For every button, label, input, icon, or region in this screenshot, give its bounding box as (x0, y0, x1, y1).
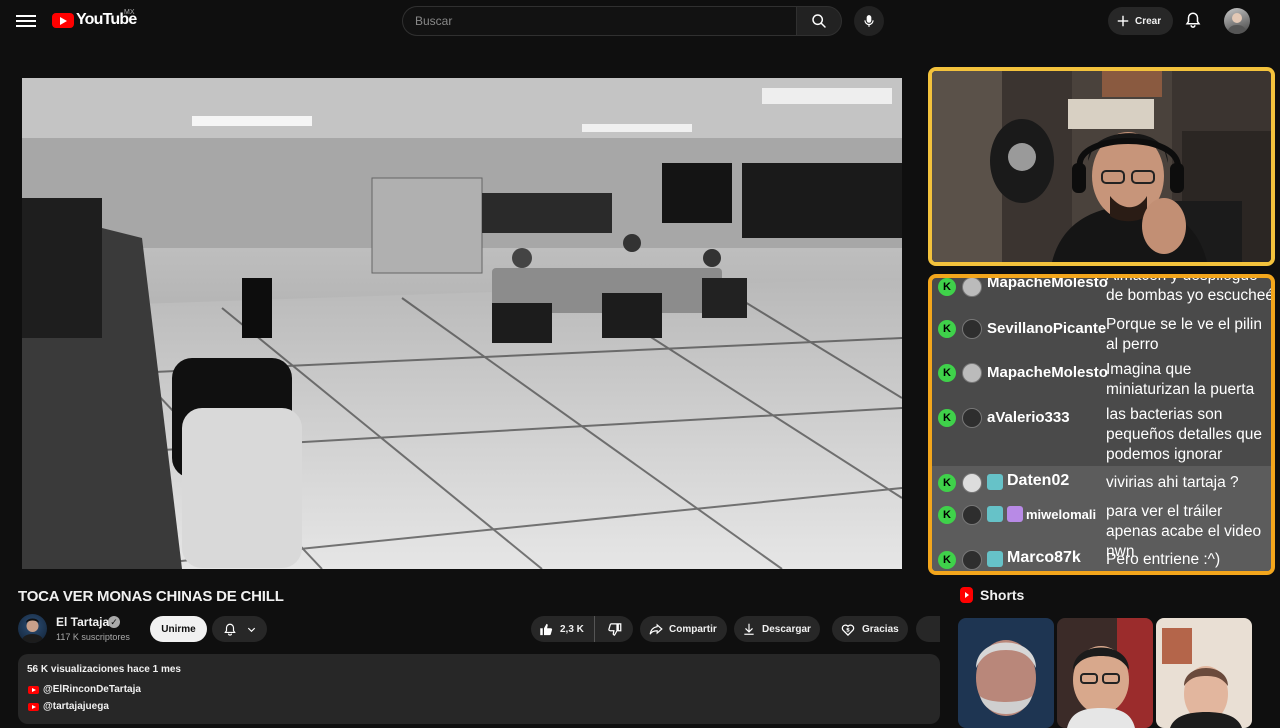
share-button[interactable]: Compartir (640, 616, 727, 642)
webcam-frame (932, 71, 1271, 262)
chat-message: Pero entriene :^) (1106, 551, 1221, 568)
download-button[interactable]: Descargar (734, 616, 820, 642)
thumbs-down-icon (607, 622, 621, 636)
country-code: MX (124, 9, 135, 16)
gifter-badge-icon (1007, 506, 1023, 522)
search-bar (402, 6, 842, 36)
search-icon (812, 14, 826, 28)
like-button[interactable]: 2,3 K (531, 616, 595, 642)
download-label: Descargar (762, 623, 811, 635)
chat-avatar (962, 278, 982, 297)
subscription-notifications-button[interactable] (212, 616, 267, 642)
kick-badge-icon: K (938, 320, 956, 338)
join-button[interactable]: Unirme (150, 616, 207, 642)
shorts-title: Shorts (980, 587, 1025, 603)
webcam-overlay (928, 67, 1275, 266)
heart-dollar-icon: $ (841, 624, 855, 636)
account-avatar[interactable] (1224, 8, 1250, 34)
channel-avatar-image (21, 618, 44, 643)
chat-username: SevillanoPicante (987, 320, 1107, 337)
subscriber-badge-icon (987, 474, 1003, 490)
kick-badge-icon: K (938, 551, 956, 569)
video-player[interactable] (22, 78, 902, 569)
plus-icon (1117, 15, 1129, 27)
thanks-button[interactable]: $ Gracias (832, 616, 908, 642)
microphone-icon (864, 15, 874, 27)
youtube-play-icon (52, 12, 74, 28)
kick-badge-icon: K (938, 364, 956, 382)
chat-avatar (962, 550, 982, 570)
chat-username: Daten02 (1007, 472, 1070, 489)
like-dislike-group: 2,3 K (531, 616, 633, 642)
description-link[interactable]: @ElRinconDeTartaja (28, 684, 141, 695)
share-icon (649, 623, 663, 635)
chat-username: Marco87k (1007, 549, 1081, 566)
chat-avatar (962, 473, 982, 493)
live-chat-overlay: K MapacheMolesto Almacen y despliegue de… (928, 274, 1275, 575)
voice-search-button[interactable] (854, 6, 884, 36)
short-thumbnail-image (958, 618, 1054, 728)
shorts-header: Shorts (960, 587, 1024, 603)
channel-avatar[interactable] (18, 614, 47, 643)
chat-username: MapacheMolesto (987, 274, 1108, 291)
kick-badge-icon: K (938, 409, 956, 427)
description-box[interactable]: 56 K visualizaciones hace 1 mes @ElRinco… (18, 654, 940, 724)
account-avatar-image (1227, 13, 1247, 34)
kick-badge-icon: K (938, 278, 956, 296)
chat-username: aValerio333 (987, 409, 1070, 426)
more-actions-button[interactable] (916, 616, 940, 642)
bell-icon (1185, 12, 1201, 28)
channel-name[interactable]: El Tartaja (56, 615, 109, 629)
bell-icon (223, 623, 236, 636)
download-icon (744, 623, 754, 635)
create-button[interactable]: Crear (1108, 7, 1174, 35)
svg-text:$: $ (846, 627, 850, 633)
chat-avatar (962, 408, 982, 428)
create-label: Crear (1135, 15, 1162, 27)
kick-badge-icon: K (938, 506, 956, 524)
description-link-text: @tartajajuega (43, 701, 109, 712)
like-count: 2,3 K (560, 623, 584, 635)
menu-icon[interactable] (16, 12, 36, 30)
youtube-icon (28, 685, 39, 694)
chat-message: las bacterias son pequeños detalles que … (1106, 406, 1262, 463)
youtube-logo[interactable]: YouTube MX (52, 9, 137, 29)
video-frame (22, 78, 902, 569)
chat-message: Imagina que miniaturizan la puerta (1106, 361, 1255, 398)
shorts-icon (960, 587, 973, 603)
share-label: Compartir (669, 623, 717, 635)
chat-avatar (962, 363, 982, 383)
chat-avatar (962, 505, 982, 525)
short-thumbnail-image (1057, 618, 1153, 728)
subscriber-badge-icon (987, 506, 1003, 522)
kick-badge-icon: K (938, 474, 956, 492)
description-link-text: @ElRinconDeTartaja (43, 684, 141, 695)
chat-message: Almacen y despliegue de bombas yo escuch… (1106, 274, 1275, 304)
short-thumbnail[interactable] (1057, 618, 1153, 728)
short-thumbnail[interactable] (1156, 618, 1252, 728)
chat-message: vivirias ahi tartaja ? (1106, 474, 1239, 491)
chat-avatar (962, 319, 982, 339)
verified-icon: ✓ (108, 616, 120, 628)
description-link[interactable]: @tartajajuega (28, 701, 109, 712)
short-thumbnail[interactable] (958, 618, 1054, 728)
chat-message: Porque se le ve el pilin al perro (1106, 316, 1262, 353)
dislike-button[interactable] (595, 616, 633, 642)
chevron-down-icon (247, 627, 255, 632)
thanks-label: Gracias (862, 623, 899, 635)
short-thumbnail-image (1156, 618, 1252, 728)
top-bar: YouTube MX Crear (0, 0, 1280, 42)
chat-username: miwelomali (1026, 507, 1097, 522)
search-input[interactable] (402, 6, 796, 36)
search-button[interactable] (796, 6, 842, 36)
video-title: TOCA VER MONAS CHINAS DE CHILL (18, 588, 284, 605)
youtube-icon (28, 702, 39, 711)
subscriber-count: 117 K suscriptores (56, 632, 130, 642)
thumbs-up-icon (540, 623, 553, 635)
notifications-button[interactable] (1184, 10, 1204, 32)
view-stats: 56 K visualizaciones hace 1 mes (27, 664, 181, 675)
chat-username: MapacheMolesto (987, 364, 1108, 381)
subscriber-badge-icon (987, 551, 1003, 567)
